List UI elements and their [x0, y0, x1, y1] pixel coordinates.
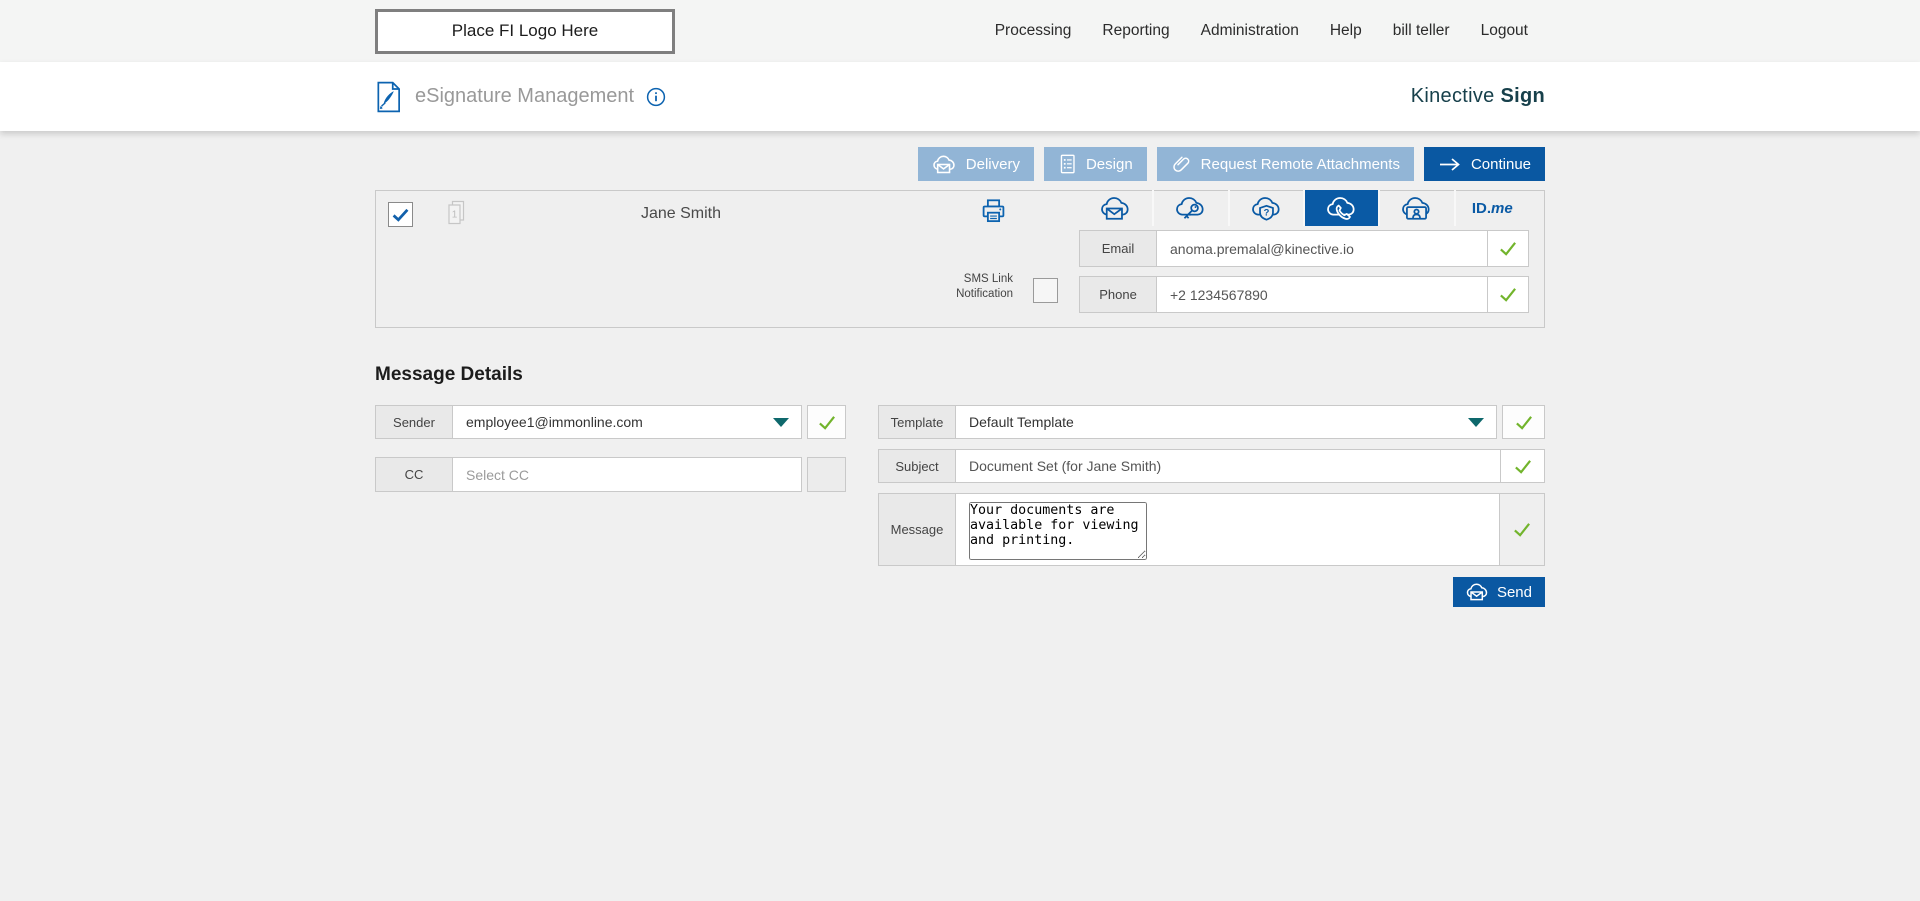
- svg-text:?: ?: [1263, 207, 1269, 218]
- nav-logout[interactable]: Logout: [1481, 22, 1528, 40]
- top-bar: Place FI Logo Here Processing Reporting …: [0, 0, 1920, 62]
- document-count: 1: [452, 210, 458, 221]
- fi-logo-placeholder: Place FI Logo Here: [375, 9, 675, 54]
- subject-row: Subject: [878, 449, 1545, 483]
- template-row: Template Default Template: [878, 405, 1497, 439]
- recipient-phone-row: Phone: [1079, 276, 1529, 313]
- phone-valid-check: [1487, 277, 1528, 312]
- template-label: Template: [879, 406, 956, 438]
- idme-logo: ID.me: [1472, 200, 1513, 217]
- cloud-shield-question-icon: ?: [1250, 195, 1283, 222]
- printer-icon[interactable]: [980, 197, 1007, 225]
- request-remote-attachments-button[interactable]: Request Remote Attachments: [1157, 147, 1414, 181]
- nav-help[interactable]: Help: [1330, 22, 1362, 40]
- subject-input[interactable]: [969, 458, 1487, 474]
- sms-link-notification-label: SMS Link Notification: [896, 272, 1013, 302]
- arrow-right-icon: [1438, 157, 1462, 172]
- send-button[interactable]: Send: [1453, 577, 1545, 607]
- recipient-checkbox[interactable]: [388, 202, 413, 227]
- cloud-key-icon: [1174, 195, 1207, 222]
- delivery-method-tabs: ?: [1079, 190, 1529, 226]
- nav-user-bill-teller[interactable]: bill teller: [1393, 22, 1450, 40]
- nav-administration[interactable]: Administration: [1201, 22, 1299, 40]
- document-list-icon: [1058, 153, 1077, 175]
- message-details-left-column: Sender employee1@immonline.com: [375, 405, 846, 492]
- sender-label: Sender: [376, 406, 453, 438]
- phone-label: Phone: [1080, 277, 1157, 312]
- recipient-email-row: Email: [1079, 230, 1529, 267]
- document-pages-icon: 1: [444, 199, 468, 228]
- message-row: Message Your documents are available for…: [878, 493, 1545, 566]
- delivery-method-access-key-tab[interactable]: [1152, 190, 1227, 226]
- page-title: eSignature Management: [415, 85, 634, 108]
- subject-valid-check: [1500, 450, 1544, 482]
- template-valid-check: [1502, 405, 1545, 439]
- nav-reporting[interactable]: Reporting: [1102, 22, 1169, 40]
- cloud-email-icon: [1099, 195, 1132, 222]
- recipient-panel: 1 Jane Smith: [375, 190, 1545, 328]
- cloud-envelope-icon: [932, 154, 957, 175]
- message-details-right-column: Template Default Template Subject: [878, 405, 1545, 607]
- cloud-id-card-icon: [1400, 195, 1433, 222]
- email-label: Email: [1080, 231, 1157, 266]
- delivery-method-email-tab[interactable]: [1079, 190, 1152, 226]
- message-textarea[interactable]: Your documents are available for viewing…: [969, 502, 1147, 560]
- design-button[interactable]: Design: [1044, 147, 1147, 181]
- page-header: eSignature Management Kinective Sign: [0, 62, 1920, 131]
- paperclip-icon: [1171, 153, 1192, 175]
- fi-logo-text: Place FI Logo Here: [452, 21, 598, 41]
- chevron-down-icon: [1468, 418, 1484, 427]
- email-valid-check: [1487, 231, 1528, 266]
- esignature-document-icon: [375, 81, 403, 113]
- chevron-down-icon: [773, 418, 789, 427]
- sender-row: Sender employee1@immonline.com: [375, 405, 802, 439]
- cc-row: CC: [375, 457, 802, 492]
- message-details-heading: Message Details: [375, 364, 1545, 386]
- cc-status-box: [807, 457, 846, 492]
- action-bar: Delivery Design: [375, 147, 1545, 181]
- recipient-name: Jane Smith: [526, 191, 836, 237]
- info-icon[interactable]: [646, 87, 666, 107]
- phone-input[interactable]: [1170, 287, 1474, 303]
- delivery-method-id-verification-tab[interactable]: [1378, 190, 1453, 226]
- continue-button[interactable]: Continue: [1424, 147, 1545, 181]
- message-label: Message: [879, 494, 956, 565]
- delivery-method-idme-tab[interactable]: ID.me: [1454, 190, 1529, 226]
- delivery-method-sms-phone-tab[interactable]: [1303, 190, 1378, 226]
- nav-processing[interactable]: Processing: [995, 22, 1072, 40]
- message-valid-check: [1500, 494, 1544, 565]
- sender-valid-check: [807, 405, 846, 439]
- brand-kinective-sign: Kinective Sign: [1411, 85, 1545, 108]
- sms-link-notification-checkbox[interactable]: [1033, 278, 1058, 303]
- cc-label: CC: [376, 458, 453, 491]
- cc-input[interactable]: [466, 467, 788, 483]
- cloud-envelope-icon: [1466, 582, 1489, 602]
- delivery-button[interactable]: Delivery: [918, 147, 1034, 181]
- template-dropdown[interactable]: Default Template: [956, 406, 1496, 438]
- sender-dropdown[interactable]: employee1@immonline.com: [453, 406, 801, 438]
- top-nav: Processing Reporting Administration Help…: [995, 22, 1545, 40]
- main-content: Delivery Design: [0, 131, 1920, 607]
- cloud-phone-icon: [1325, 195, 1358, 222]
- delivery-method-security-question-tab[interactable]: ?: [1228, 190, 1303, 226]
- subject-label: Subject: [879, 450, 956, 482]
- email-input[interactable]: [1170, 241, 1474, 257]
